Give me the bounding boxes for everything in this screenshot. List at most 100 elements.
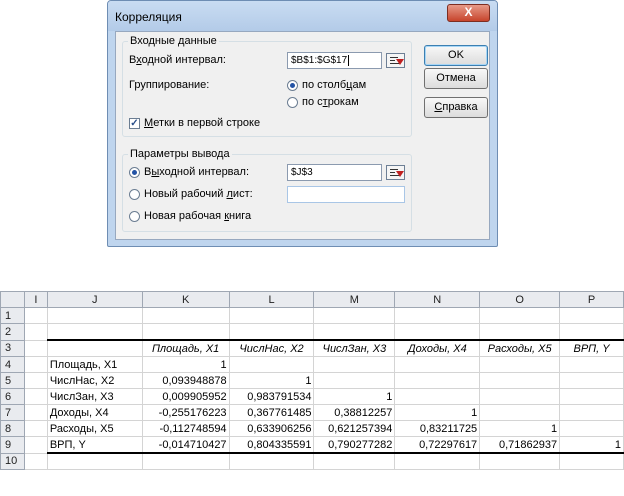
cell[interactable]: [394, 452, 481, 470]
cell[interactable]: 0,621257394: [313, 420, 396, 437]
column-header[interactable]: I: [23, 291, 48, 308]
new-workbook-label[interactable]: Новая рабочая книга: [144, 210, 251, 222]
cell[interactable]: ЧислЗан, X3: [313, 339, 396, 357]
new-workbook-radio[interactable]: [129, 211, 140, 222]
cell[interactable]: 0,367761485: [228, 404, 315, 421]
cell[interactable]: [479, 404, 561, 421]
cell[interactable]: [479, 372, 561, 389]
labels-first-row-label[interactable]: Метки в первой строке: [144, 117, 260, 129]
cell[interactable]: [228, 356, 315, 373]
column-header[interactable]: J: [46, 291, 143, 308]
column-header[interactable]: N: [394, 291, 481, 308]
row-header[interactable]: 4: [0, 356, 25, 373]
cell[interactable]: [559, 388, 624, 405]
cell[interactable]: [394, 323, 481, 341]
cell[interactable]: ВРП, Y: [46, 436, 143, 454]
cell[interactable]: [479, 388, 561, 405]
cell[interactable]: [23, 307, 48, 324]
column-header[interactable]: L: [228, 291, 315, 308]
cell[interactable]: [313, 372, 396, 389]
group-by-rows-radio[interactable]: [287, 97, 298, 108]
group-by-columns-label[interactable]: по столбцам: [302, 79, 366, 91]
cell[interactable]: [23, 356, 48, 373]
cell[interactable]: [46, 307, 143, 324]
column-header[interactable]: K: [141, 291, 230, 308]
output-range-label[interactable]: Выходной интервал:: [144, 166, 249, 178]
cell[interactable]: [23, 404, 48, 421]
cell[interactable]: ВРП, Y: [559, 339, 624, 357]
cell[interactable]: 0,72297617: [394, 436, 481, 454]
cell[interactable]: [479, 452, 561, 470]
cell[interactable]: 1: [141, 356, 230, 373]
cell[interactable]: ЧислНас, X2: [228, 339, 315, 357]
cell[interactable]: [46, 323, 143, 341]
cell[interactable]: Площадь, X1: [46, 356, 143, 373]
output-range-field[interactable]: $J$3: [287, 164, 382, 181]
cell[interactable]: [228, 323, 315, 341]
cell[interactable]: 1: [559, 436, 624, 454]
output-range-radio[interactable]: [129, 167, 140, 178]
column-header[interactable]: P: [559, 291, 624, 308]
cell[interactable]: [559, 452, 624, 470]
cell[interactable]: [479, 323, 561, 341]
cell[interactable]: [559, 323, 624, 341]
cell[interactable]: 0,38812257: [313, 404, 396, 421]
row-header[interactable]: 8: [0, 420, 25, 437]
new-sheet-radio[interactable]: [129, 189, 140, 200]
cell[interactable]: 1: [313, 388, 396, 405]
row-header[interactable]: 6: [0, 388, 25, 405]
cell[interactable]: [23, 339, 48, 357]
cell[interactable]: 0,71862937: [479, 436, 561, 454]
cell[interactable]: [559, 372, 624, 389]
cell[interactable]: [313, 307, 396, 324]
cell[interactable]: [559, 420, 624, 437]
cell[interactable]: Расходы, X5: [46, 420, 143, 437]
row-header[interactable]: 1: [0, 307, 25, 324]
help-button[interactable]: Справка: [424, 97, 488, 118]
cell[interactable]: [141, 307, 230, 324]
cell[interactable]: [559, 307, 624, 324]
new-sheet-name-field[interactable]: [287, 186, 405, 203]
cell[interactable]: [23, 420, 48, 437]
cell[interactable]: [23, 372, 48, 389]
cell[interactable]: 0,093948878: [141, 372, 230, 389]
cell[interactable]: [559, 404, 624, 421]
cell[interactable]: [479, 356, 561, 373]
cell[interactable]: [394, 388, 481, 405]
cell[interactable]: [23, 323, 48, 341]
cell[interactable]: [23, 388, 48, 405]
cell[interactable]: [46, 452, 143, 470]
new-sheet-label[interactable]: Новый рабочий лист:: [144, 188, 253, 200]
dialog-titlebar[interactable]: Корреляция X: [108, 1, 497, 31]
cell[interactable]: [23, 452, 48, 470]
input-range-field[interactable]: $B$1:$G$17: [287, 52, 382, 69]
cell[interactable]: [313, 356, 396, 373]
cell[interactable]: [394, 307, 481, 324]
cell[interactable]: Доходы, X4: [46, 404, 143, 421]
cell[interactable]: [23, 436, 48, 454]
cell[interactable]: [479, 307, 561, 324]
row-header[interactable]: 7: [0, 404, 25, 421]
row-header[interactable]: 10: [0, 452, 25, 470]
group-by-columns-radio[interactable]: [287, 80, 298, 91]
row-header[interactable]: 9: [0, 436, 25, 454]
cell[interactable]: -0,014710427: [141, 436, 230, 454]
group-by-rows-label[interactable]: по строкам: [302, 96, 359, 108]
cell[interactable]: Площадь, X1: [141, 339, 230, 357]
row-header[interactable]: 2: [0, 323, 25, 341]
cell[interactable]: [394, 356, 481, 373]
labels-first-row-checkbox[interactable]: ✓: [129, 118, 140, 129]
column-header[interactable]: O: [479, 291, 561, 308]
cell[interactable]: 0,009905952: [141, 388, 230, 405]
cell[interactable]: [141, 452, 230, 470]
cell[interactable]: 1: [228, 372, 315, 389]
select-all-corner[interactable]: [0, 291, 25, 308]
cell[interactable]: [559, 356, 624, 373]
row-header[interactable]: 5: [0, 372, 25, 389]
ok-button[interactable]: OK: [424, 45, 488, 66]
cell[interactable]: 1: [479, 420, 561, 437]
cell[interactable]: 0,83211725: [394, 420, 481, 437]
close-button[interactable]: X: [447, 4, 490, 22]
cell[interactable]: 1: [394, 404, 481, 421]
cell[interactable]: [141, 323, 230, 341]
